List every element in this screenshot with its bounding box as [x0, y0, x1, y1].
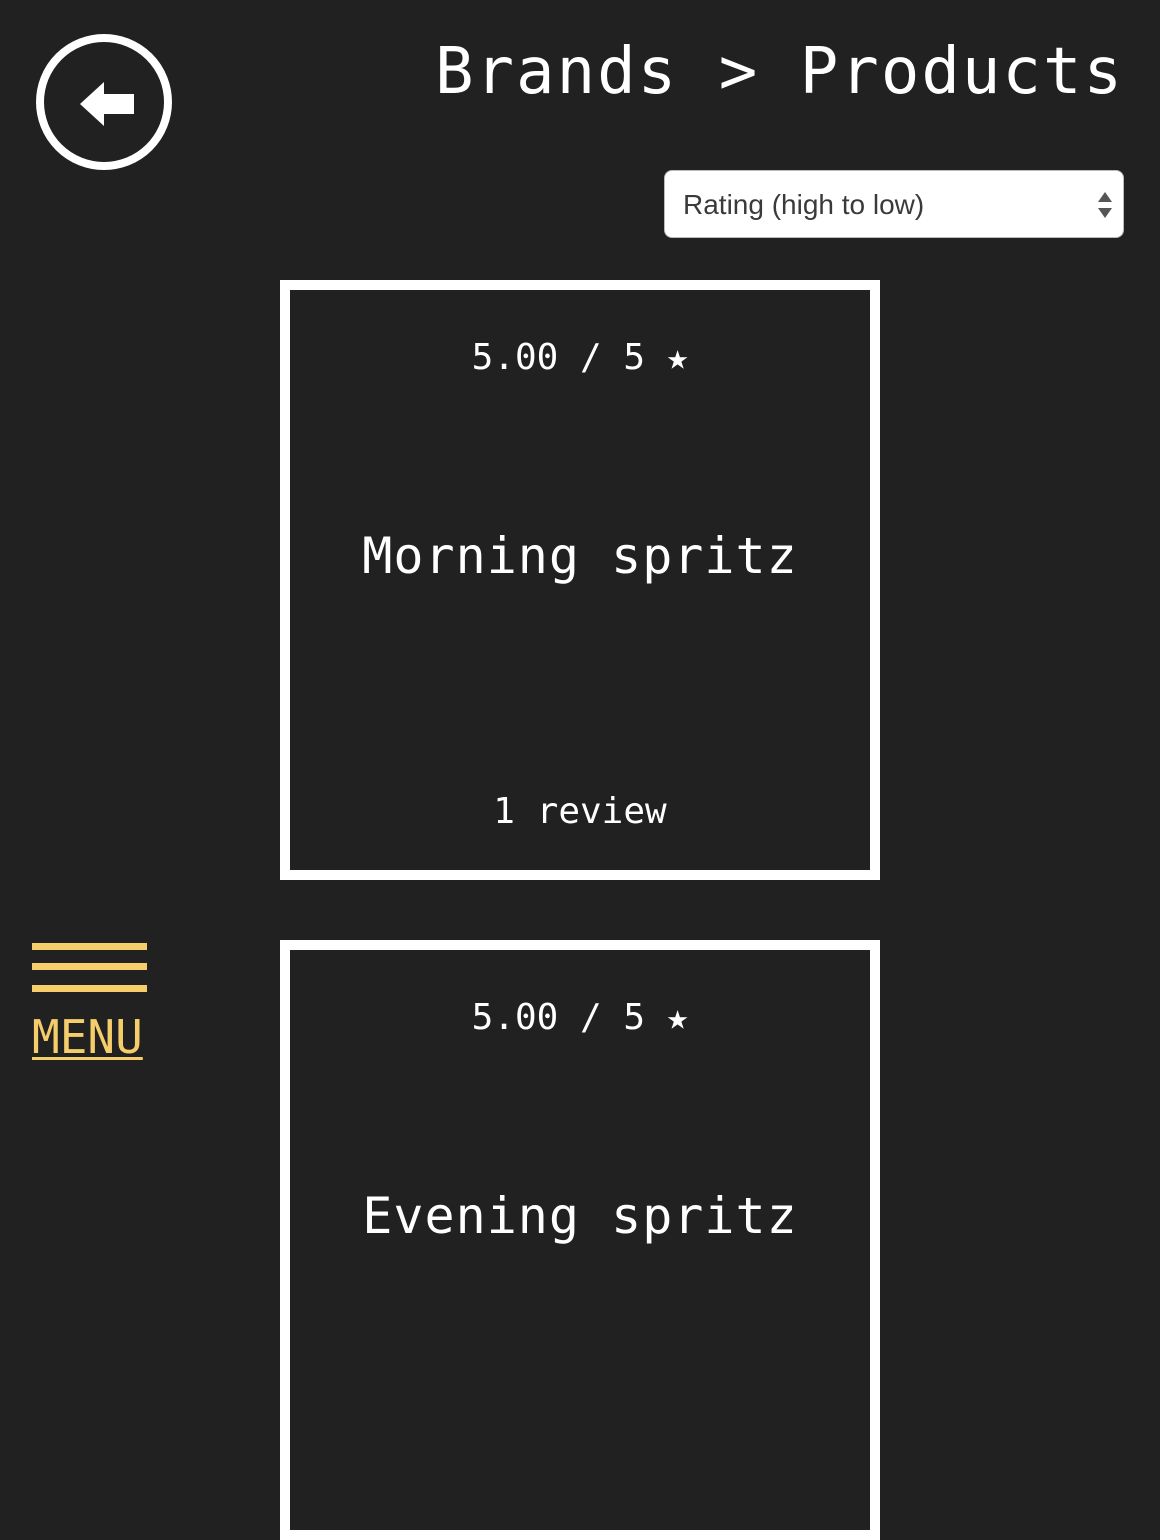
arrow-left-icon: [80, 82, 134, 126]
product-rating: 5.00 / 5 ★: [471, 337, 689, 378]
breadcrumb: Brands > Products: [434, 35, 1124, 109]
product-rating: 5.00 / 5 ★: [471, 997, 689, 1038]
product-card[interactable]: 5.00 / 5 ★ Evening spritz: [280, 940, 880, 1540]
sort-select-value: Rating (high to low): [683, 189, 925, 220]
back-button[interactable]: [36, 34, 172, 170]
product-name: Morning spritz: [362, 527, 798, 585]
product-review-count: 1 review: [493, 791, 667, 832]
menu-label: MENU: [32, 1010, 143, 1064]
sort-select[interactable]: Rating (high to low): [664, 170, 1124, 238]
product-name: Evening spritz: [362, 1187, 798, 1245]
sort-arrows-icon: [1098, 192, 1112, 218]
product-card[interactable]: 5.00 / 5 ★ Morning spritz 1 review: [280, 280, 880, 880]
